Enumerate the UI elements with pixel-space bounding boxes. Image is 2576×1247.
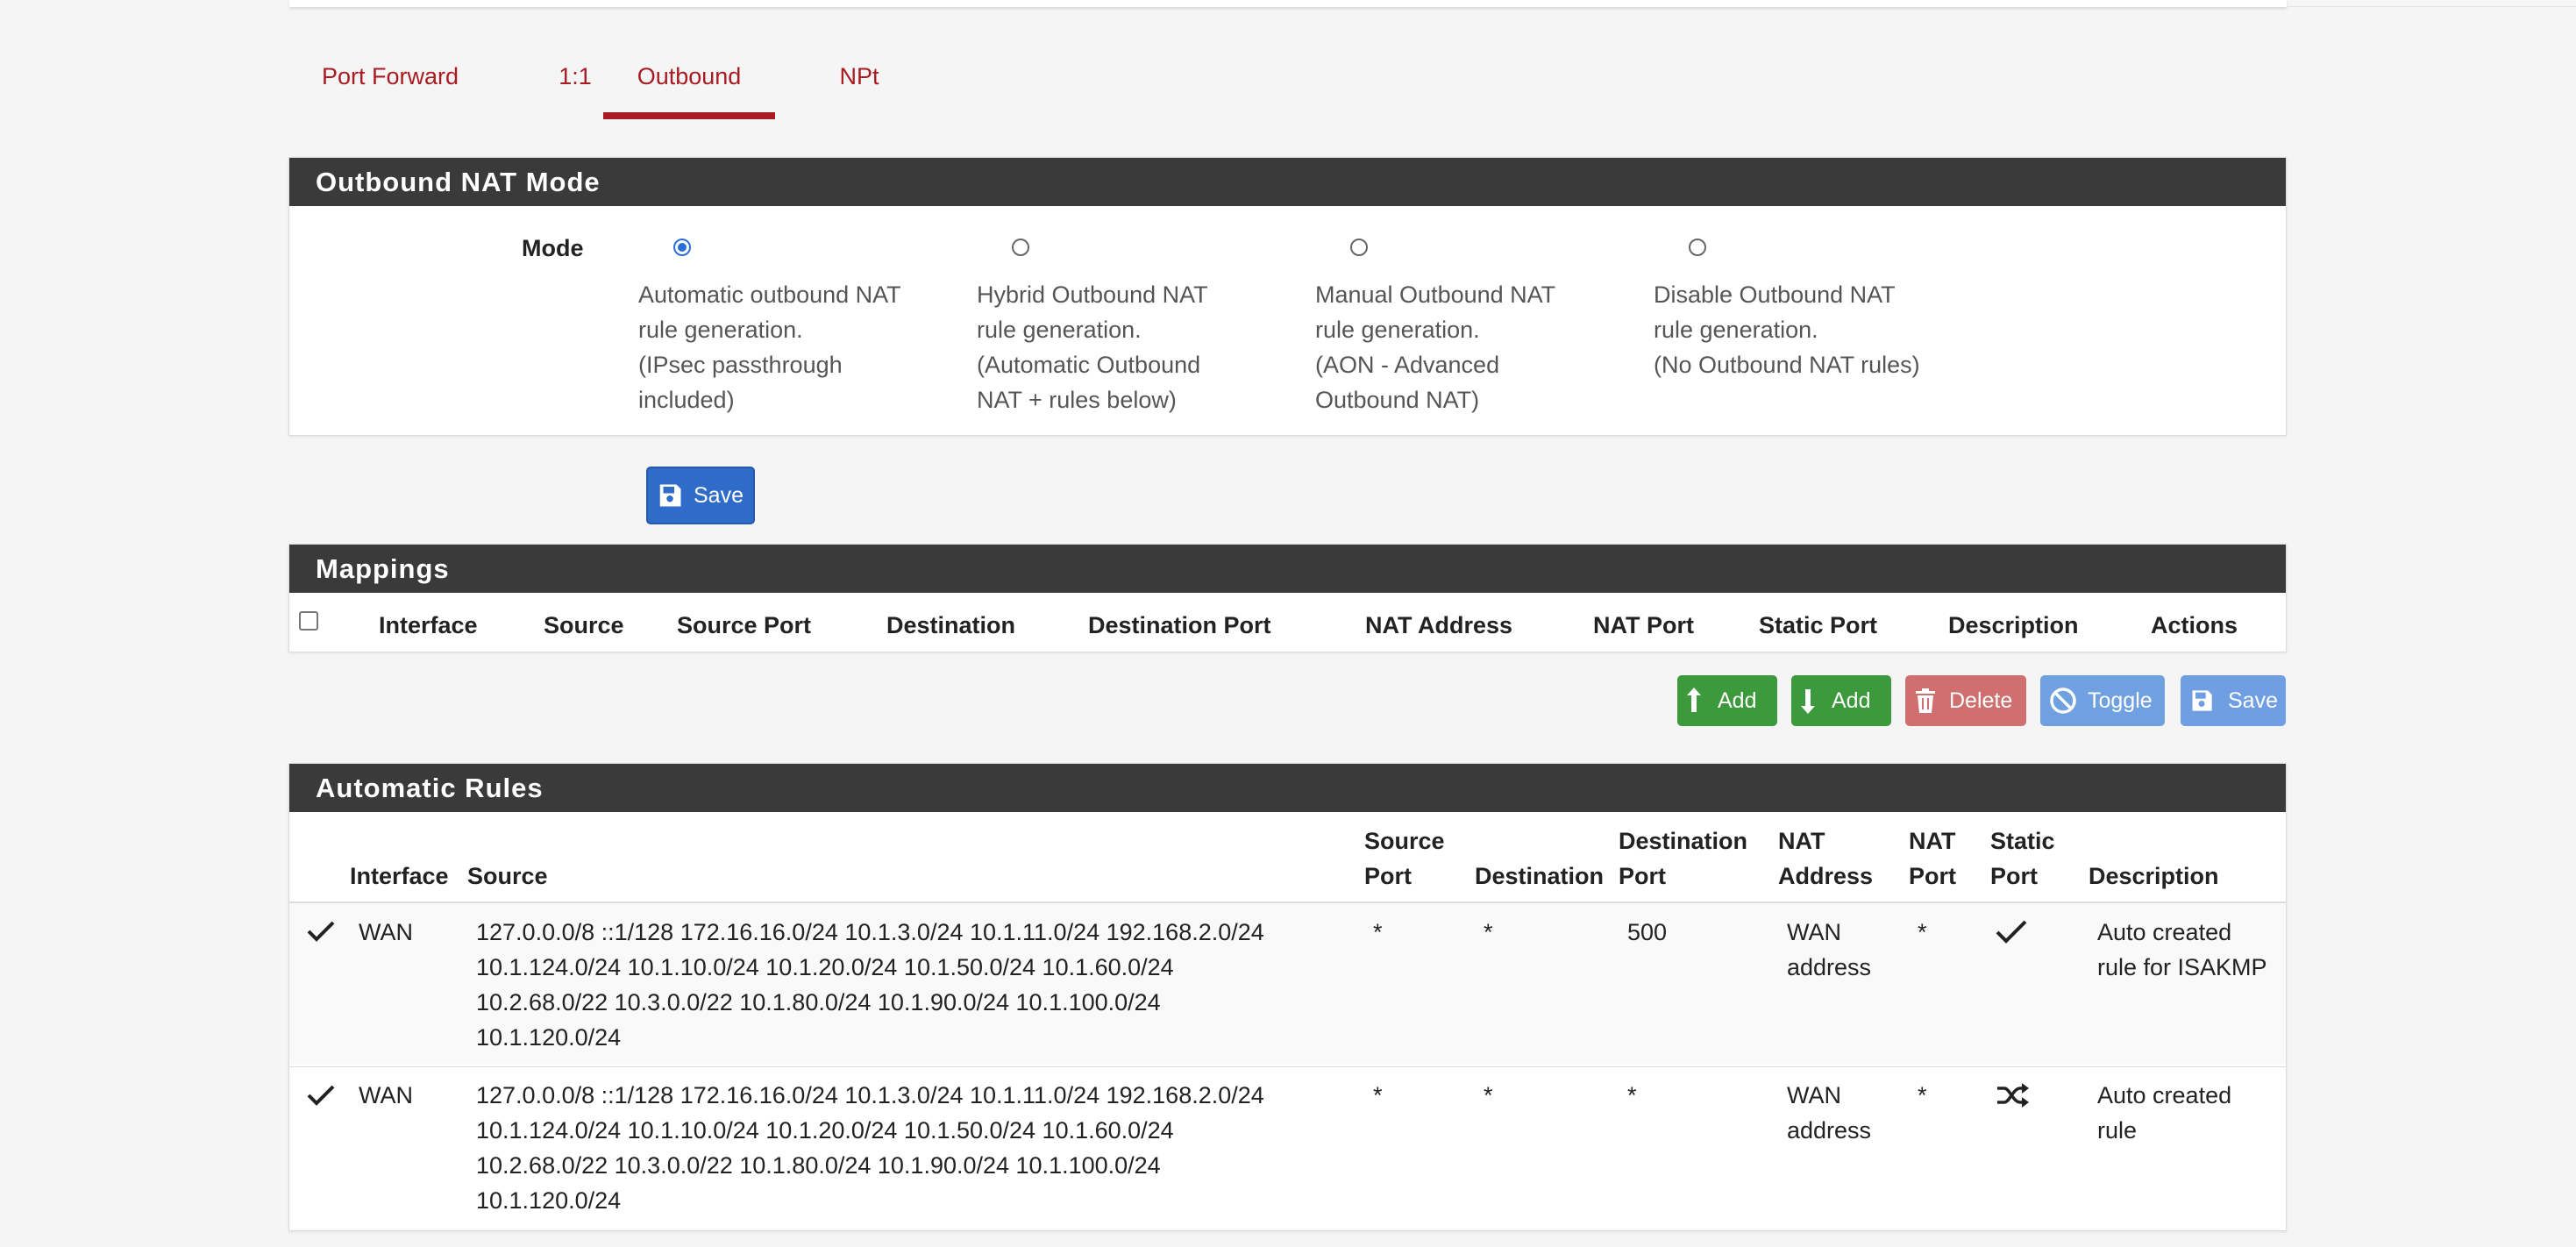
shuffle-icon [1996, 1081, 2031, 1114]
rule-source: 127.0.0.0/8 ::1/128 172.16.16.0/24 10.1.… [476, 919, 1264, 1051]
mode-radio-disable[interactable] [1689, 239, 1706, 256]
mode-label: Mode [522, 235, 584, 261]
top-bar [289, 0, 2287, 7]
select-all-checkbox[interactable] [299, 611, 318, 631]
rule-description: Auto created rule for ISAKMP [2097, 919, 2267, 980]
col-static-port: Static Port [1759, 612, 1878, 638]
save-mappings-button[interactable]: Save [2181, 675, 2286, 726]
rule-destination-port: 500 [1627, 919, 1668, 945]
col-destination-port: Destination Port [1619, 828, 1748, 889]
rule-destination-port: * [1627, 1082, 1637, 1108]
trash-icon [1914, 688, 1937, 714]
check-icon [307, 1084, 335, 1111]
automatic-rules-panel: Automatic Rules Interface Source Source … [288, 763, 2287, 1231]
rule-interface: WAN [359, 1082, 413, 1108]
col-destination: Destination [886, 612, 1016, 638]
check-icon [307, 920, 335, 947]
rule-nat-address: WAN address [1787, 919, 1872, 980]
col-nat-port: NAT Port [1909, 828, 1956, 889]
nat-tabs: Port Forward 1:1 Outbound NPt [289, 46, 2287, 119]
mode-radio-hybrid[interactable] [1012, 239, 1029, 256]
col-source-port: Source Port [1364, 828, 1445, 889]
mode-option-manual: Manual Outbound NAT rule generation. (AO… [1315, 281, 1556, 413]
col-description: Description [1948, 612, 2079, 638]
top-divider [2287, 6, 2576, 7]
arrow-down-add-icon [1798, 686, 1818, 716]
add-top-button[interactable]: Add [1677, 675, 1777, 726]
mode-radio-automatic[interactable] [673, 239, 691, 256]
floppy-disk-icon [657, 482, 683, 509]
rule-nat-port: * [1918, 1082, 1927, 1108]
col-source: Source [467, 863, 548, 889]
col-actions: Actions [2151, 612, 2238, 638]
toggle-button[interactable]: Toggle [2040, 675, 2165, 726]
check-icon [1996, 920, 2027, 949]
rule-description: Auto created rule [2097, 1082, 2232, 1144]
panel-title: Outbound NAT Mode [289, 158, 2286, 206]
tab-port-forward[interactable]: Port Forward [289, 46, 491, 119]
rule-destination: * [1484, 1082, 1493, 1108]
ban-icon [2049, 687, 2077, 715]
col-interface: Interface [379, 612, 478, 638]
col-interface: Interface [350, 863, 449, 889]
col-nat-port: NAT Port [1593, 612, 1694, 638]
mode-option-disable: Disable Outbound NAT rule generation. (N… [1654, 281, 1920, 378]
tab-npt[interactable]: NPt [789, 46, 929, 119]
rule-source: 127.0.0.0/8 ::1/128 172.16.16.0/24 10.1.… [476, 1082, 1264, 1214]
col-description: Description [2089, 863, 2219, 889]
col-nat-address: NAT Address [1365, 612, 1513, 638]
panel-title: Mappings [289, 545, 2286, 593]
col-destination: Destination [1475, 863, 1605, 889]
mappings-panel: Mappings Interface Source Source Port De… [288, 544, 2287, 652]
add-bottom-button[interactable]: Add [1791, 675, 1891, 726]
row-divider [289, 1066, 2286, 1067]
mode-radio-manual[interactable] [1350, 239, 1368, 256]
rule-nat-port: * [1918, 919, 1927, 945]
col-static-port: Static Port [1990, 828, 2055, 889]
col-source-port: Source Port [677, 612, 812, 638]
rule-nat-address: WAN address [1787, 1082, 1872, 1144]
outbound-nat-mode-panel: Outbound NAT Mode Mode Automatic outboun… [288, 157, 2287, 436]
mode-option-hybrid: Hybrid Outbound NAT rule generation. (Au… [977, 281, 1208, 413]
rule-interface: WAN [359, 919, 413, 945]
col-destination-port: Destination Port [1088, 612, 1271, 638]
rule-source-port: * [1373, 1082, 1383, 1108]
tab-outbound[interactable]: Outbound [603, 46, 775, 119]
delete-button[interactable]: Delete [1905, 675, 2026, 726]
mode-option-automatic: Automatic outbound NAT rule generation. … [638, 281, 901, 413]
floppy-disk-icon [2189, 688, 2214, 713]
col-nat-address: NAT Address [1778, 828, 1874, 889]
col-source: Source [544, 612, 624, 638]
arrow-up-add-icon [1684, 686, 1704, 716]
rule-source-port: * [1373, 919, 1383, 945]
save-mode-button[interactable]: Save [646, 467, 755, 524]
rule-destination: * [1484, 919, 1493, 945]
panel-title: Automatic Rules [289, 764, 2286, 812]
